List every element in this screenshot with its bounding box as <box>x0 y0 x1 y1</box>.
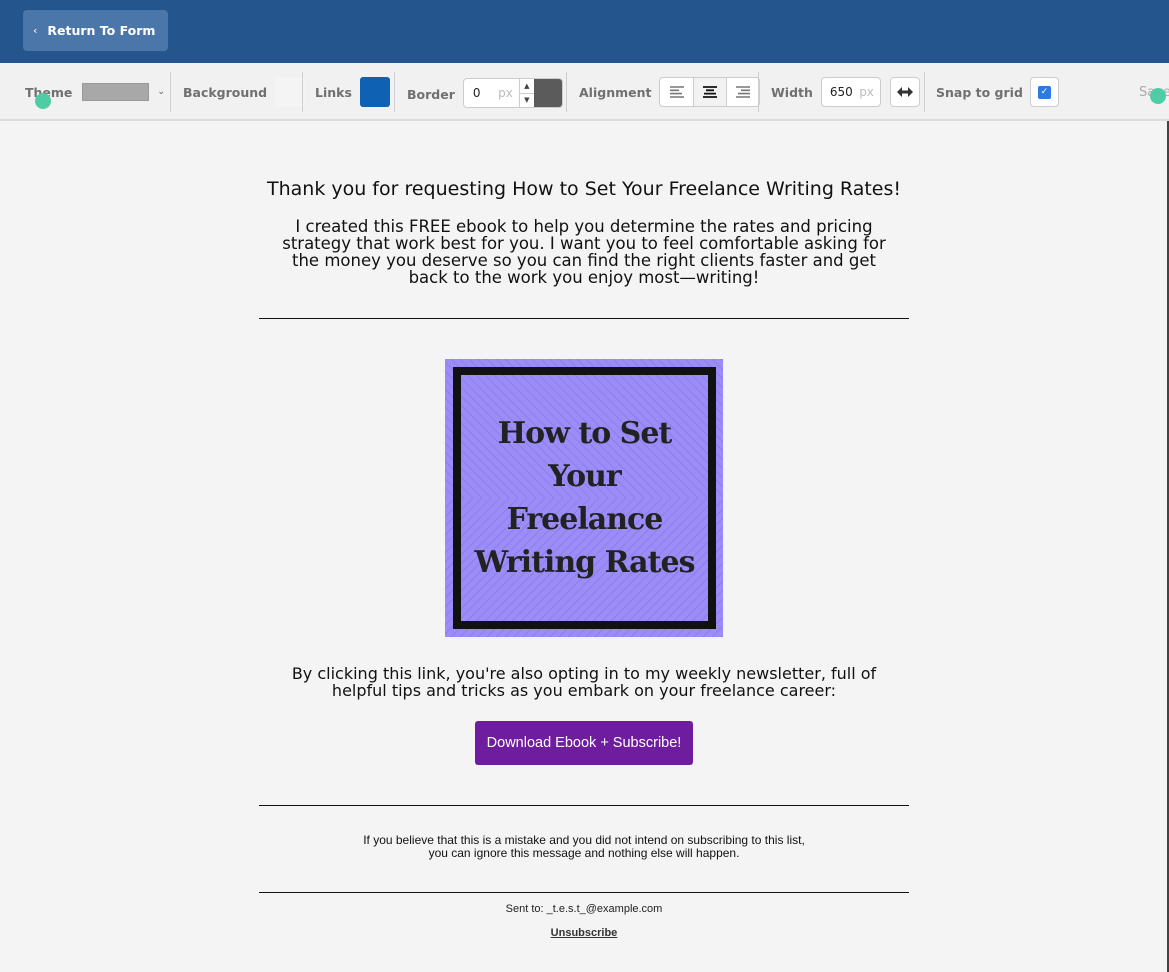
unsubscribe-link[interactable]: Unsubscribe <box>259 927 909 939</box>
email-heading: Thank you for requesting How to Set Your… <box>266 178 901 200</box>
divider <box>394 72 395 112</box>
cursor-indicator-dot <box>1150 88 1166 104</box>
return-to-form-button[interactable]: ‹ Return To Form <box>23 10 168 51</box>
arrows-horizontal-icon <box>896 87 913 97</box>
chevron-left-icon: ‹ <box>33 24 38 37</box>
width-label: Width <box>771 84 813 100</box>
snap-to-grid-checkbox[interactable]: ✓ <box>1029 77 1059 107</box>
alignment-control: Alignment <box>579 77 761 107</box>
return-to-form-label: Return To Form <box>47 23 156 38</box>
disclaimer-line: you can ignore this message and nothing … <box>428 846 740 860</box>
border-width-stepper[interactable]: ▲ ▼ <box>518 79 534 108</box>
border-width-value: 0 <box>472 86 481 100</box>
snap-to-grid-label: Snap to grid <box>936 84 1023 100</box>
align-right-icon <box>736 86 751 98</box>
width-control: Width 650 px <box>771 77 920 107</box>
cover-frame: How to Set Your Freelance Writing Rates <box>453 367 716 629</box>
background-label: Background <box>183 84 268 100</box>
cover-title-line: How to Set <box>497 416 673 451</box>
download-subscribe-button[interactable]: Download Ebook + Subscribe! <box>475 721 693 765</box>
checkmark-icon: ✓ <box>1037 85 1051 99</box>
border-control: Border 0 px ▲ ▼ <box>407 78 563 108</box>
disclaimer-text: If you believe that this is a mistake an… <box>259 834 909 860</box>
align-left-button[interactable] <box>660 78 693 106</box>
email-intro-text: I created this FREE ebook to help you de… <box>282 217 886 287</box>
divider <box>566 72 567 112</box>
links-color-swatch[interactable] <box>359 77 390 107</box>
cover-title: How to Set Your Freelance Writing Rates <box>474 412 696 584</box>
border-label: Border <box>407 86 455 102</box>
divider <box>924 72 925 112</box>
top-bar: ‹ Return To Form <box>0 0 1169 63</box>
background-color-swatch[interactable] <box>275 77 306 107</box>
stepper-down-icon[interactable]: ▼ <box>519 92 534 108</box>
divider <box>302 72 303 112</box>
width-value: 650 <box>829 85 853 99</box>
cover-title-line: Writing Rates <box>474 545 696 580</box>
style-toolbar: Theme ⌄ Background Links Border 0 px ▲ ▼… <box>0 63 1169 121</box>
sent-to-text: Sent to: _t.e.s.t_@example.com <box>505 903 663 915</box>
width-input[interactable]: 650 px <box>820 77 881 107</box>
border-unit: px <box>498 86 513 100</box>
divider <box>170 72 171 112</box>
divider <box>259 805 909 806</box>
cursor-indicator-dot <box>35 93 51 109</box>
border-width-input[interactable]: 0 px ▲ ▼ <box>462 78 563 108</box>
align-left-icon <box>669 86 684 98</box>
full-width-button[interactable] <box>889 77 920 107</box>
alignment-label: Alignment <box>579 84 652 100</box>
chevron-down-icon: ⌄ <box>157 87 165 97</box>
align-right-button[interactable] <box>726 78 759 106</box>
width-unit: px <box>859 85 874 99</box>
theme-swatch <box>82 83 150 101</box>
alignment-button-group <box>659 77 761 107</box>
cover-title-line: Your <box>548 459 621 494</box>
background-control: Background <box>183 77 306 107</box>
divider <box>259 892 909 893</box>
stepper-up-icon[interactable]: ▲ <box>520 79 534 93</box>
cover-title-line: Freelance <box>506 502 664 537</box>
divider <box>259 318 909 319</box>
border-color-swatch[interactable] <box>533 79 562 107</box>
ebook-cover-image[interactable]: How to Set Your Freelance Writing Rates <box>445 359 723 637</box>
divider <box>758 72 759 112</box>
optin-text: By clicking this link, you're also optin… <box>291 664 877 700</box>
links-label: Links <box>315 84 352 100</box>
align-center-icon <box>703 86 718 98</box>
snap-to-grid-control: Snap to grid ✓ <box>936 77 1059 107</box>
theme-select[interactable]: ⌄ <box>82 83 165 101</box>
links-control: Links <box>315 77 390 107</box>
align-center-button[interactable] <box>693 78 727 106</box>
